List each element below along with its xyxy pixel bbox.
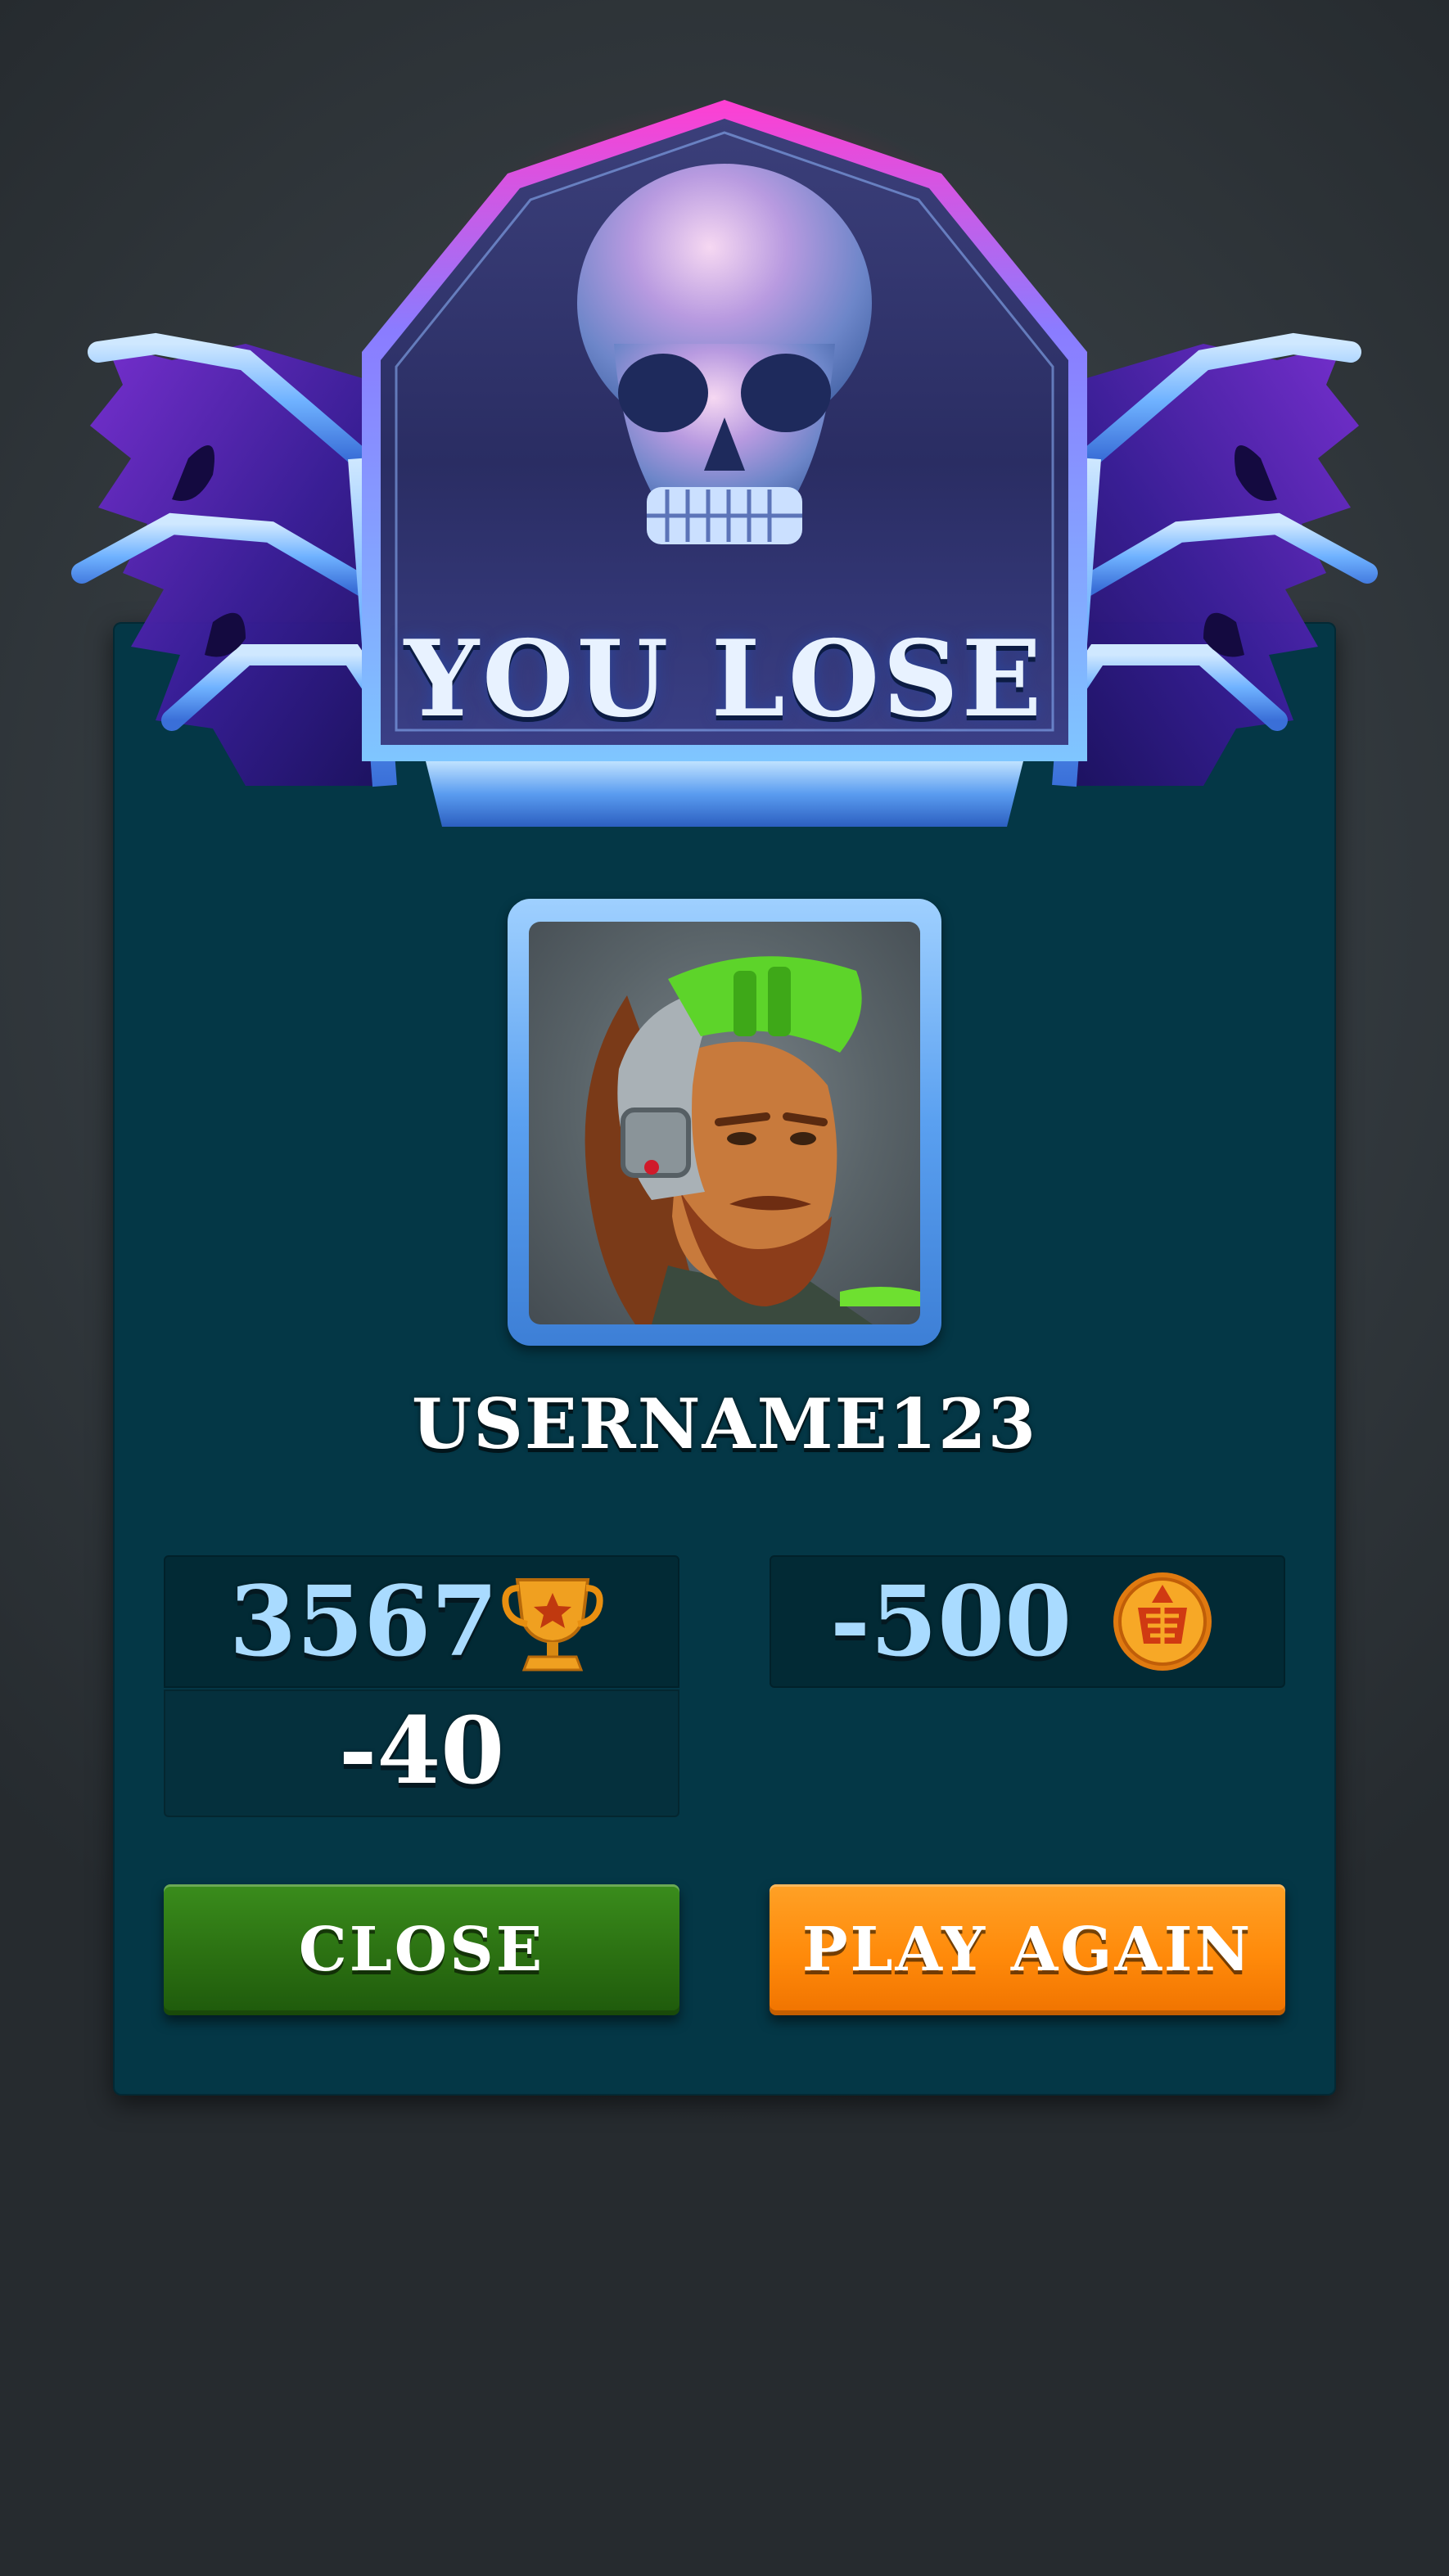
trophy-stat: 3567: [164, 1555, 679, 1688]
helmeted-warrior-avatar: [585, 956, 920, 1324]
coin-stat: -500: [770, 1555, 1285, 1688]
trophy-change-stat: -40: [164, 1690, 679, 1817]
avatar-frame: [508, 899, 941, 1346]
trophy-icon: [502, 1578, 603, 1671]
avatar: [529, 922, 920, 1324]
play-again-button[interactable]: PLAY AGAIN: [770, 1884, 1285, 2015]
username: USERNAME123: [411, 1383, 1038, 1464]
coin-change: -500: [830, 1564, 1072, 1678]
coin-icon: [1113, 1572, 1212, 1671]
trophy-count: 3567: [229, 1564, 499, 1678]
trophy-change: -40: [338, 1698, 505, 1805]
close-button[interactable]: CLOSE: [164, 1884, 679, 2015]
result-title: YOU LOSE: [404, 618, 1045, 741]
crest-base: [426, 761, 1023, 827]
